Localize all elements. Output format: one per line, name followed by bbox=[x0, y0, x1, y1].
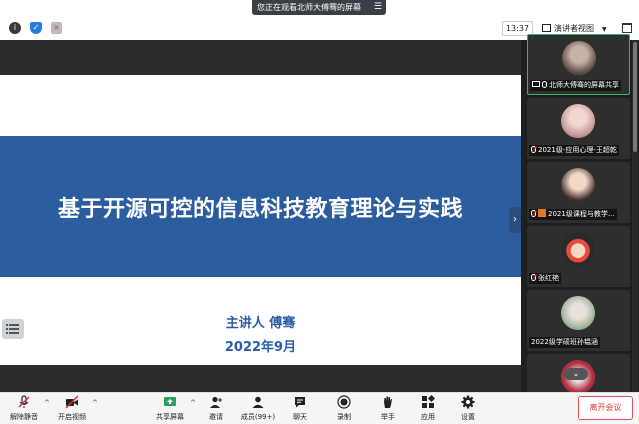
invite-label: 邀请 bbox=[209, 413, 223, 421]
avatar bbox=[561, 232, 595, 266]
screen-share-banner[interactable]: 您正在观看北师大傅骞的屏幕 ☰ bbox=[252, 0, 386, 15]
avatar bbox=[562, 41, 596, 75]
start-video-button[interactable]: 开启视频 bbox=[52, 393, 92, 424]
shared-screen: 基于开源可控的信息科技教育理论与实践 主讲人 傅骞 2022年9月 bbox=[0, 40, 521, 392]
avatar bbox=[561, 168, 595, 202]
share-banner-text: 您正在观看北师大傅骞的屏幕 bbox=[257, 3, 361, 12]
apps-label: 应用 bbox=[421, 413, 435, 421]
invite-button[interactable]: 邀请 bbox=[200, 393, 232, 424]
share-screen-icon bbox=[532, 81, 540, 87]
video-off-icon bbox=[65, 395, 79, 409]
share-screen-button[interactable]: 共享屏幕 bbox=[150, 393, 190, 424]
slide-presenter: 主讲人 傅骞 bbox=[225, 316, 296, 331]
record-off-icon[interactable]: ✕ bbox=[51, 22, 62, 34]
share-screen-icon bbox=[164, 397, 176, 406]
slide-title: 基于开源可控的信息科技教育理论与实践 bbox=[57, 197, 463, 222]
record-icon bbox=[337, 395, 351, 409]
chat-icon bbox=[295, 397, 305, 408]
hand-icon bbox=[384, 396, 392, 408]
chevron-up-icon[interactable]: ^ bbox=[44, 399, 50, 407]
participant-label: 2022级学硕班孙韫涵 bbox=[529, 337, 600, 348]
avatar bbox=[561, 104, 595, 138]
record-label: 录制 bbox=[337, 413, 351, 421]
chevron-right-icon[interactable]: › bbox=[509, 207, 521, 233]
slide-top-strip bbox=[0, 40, 521, 75]
settings-label: 设置 bbox=[461, 413, 475, 421]
host-badge-icon bbox=[538, 209, 546, 217]
speaker-view-icon bbox=[542, 24, 551, 32]
mic-muted-icon bbox=[531, 210, 536, 217]
info-icon[interactable]: i bbox=[9, 22, 21, 34]
slide-bottom-strip bbox=[0, 365, 521, 392]
record-button[interactable]: 录制 bbox=[328, 393, 360, 424]
meeting-controls: 解除静音 ^ 开启视频 ^ 共享屏幕 ^ 邀请 成员(99+) 聊天 录制 举手… bbox=[0, 392, 639, 424]
chat-label: 聊天 bbox=[293, 413, 307, 421]
mic-muted-icon bbox=[531, 146, 536, 153]
view-mode-label: 演讲者视图 bbox=[554, 24, 594, 33]
mic-muted-icon bbox=[531, 274, 536, 281]
participant-label: 张红艳 bbox=[529, 273, 561, 284]
members-label: 成员(99+) bbox=[240, 413, 276, 421]
participant-tile[interactable]: 2021级-应用心理-王超乾 bbox=[527, 98, 630, 159]
scrollbar-thumb[interactable] bbox=[633, 42, 637, 152]
raise-hand-button[interactable]: 举手 bbox=[372, 393, 404, 424]
participant-video-panel: 北师大傅骞的屏幕共享 2021级-应用心理-王超乾 2021级课程与教学... … bbox=[526, 34, 639, 415]
mic-muted-icon bbox=[18, 395, 30, 408]
apps-button[interactable]: 应用 bbox=[412, 393, 444, 424]
top-bar: 您正在观看北师大傅骞的屏幕 ☰ bbox=[0, 0, 639, 18]
apps-icon bbox=[422, 395, 435, 408]
raise-hand-label: 举手 bbox=[381, 413, 395, 421]
participant-tile[interactable]: 2022级学硕班孙韫涵 bbox=[527, 290, 630, 351]
slide-date: 2022年9月 bbox=[224, 340, 297, 355]
scroll-down-button[interactable]: ⌄ bbox=[564, 368, 588, 380]
members-button[interactable]: 成员(99+) bbox=[236, 393, 280, 424]
participant-label: 北师大傅骞的屏幕共享 bbox=[530, 80, 621, 91]
invite-icon bbox=[210, 396, 222, 408]
members-icon bbox=[252, 396, 264, 408]
leave-meeting-button[interactable]: 离开会议 bbox=[578, 396, 633, 420]
participant-tile[interactable]: 2021级课程与教学... bbox=[527, 162, 630, 223]
chat-button[interactable]: 聊天 bbox=[284, 393, 316, 424]
shield-icon[interactable]: ✓ bbox=[30, 22, 42, 34]
chevron-up-icon[interactable]: ^ bbox=[92, 399, 98, 407]
video-label: 开启视频 bbox=[58, 413, 86, 421]
list-icon[interactable] bbox=[2, 319, 24, 339]
participant-label: 2021级课程与教学... bbox=[529, 209, 617, 220]
menu-icon[interactable]: ☰ bbox=[374, 0, 382, 15]
participant-tile[interactable]: 张红艳 bbox=[527, 226, 630, 287]
chevron-down-icon: ▼ bbox=[602, 26, 607, 33]
settings-button[interactable]: 设置 bbox=[452, 393, 484, 424]
unmute-label: 解除静音 bbox=[10, 413, 38, 421]
unmute-button[interactable]: 解除静音 bbox=[4, 393, 44, 424]
share-label: 共享屏幕 bbox=[156, 413, 184, 421]
chevron-up-icon[interactable]: ^ bbox=[190, 399, 196, 407]
mic-icon bbox=[542, 81, 547, 88]
participant-label: 2021级-应用心理-王超乾 bbox=[529, 145, 619, 156]
gear-icon bbox=[461, 395, 475, 409]
participant-tile[interactable]: 北师大傅骞的屏幕共享 bbox=[527, 34, 630, 95]
avatar bbox=[561, 296, 595, 330]
window-icon[interactable] bbox=[622, 23, 632, 33]
